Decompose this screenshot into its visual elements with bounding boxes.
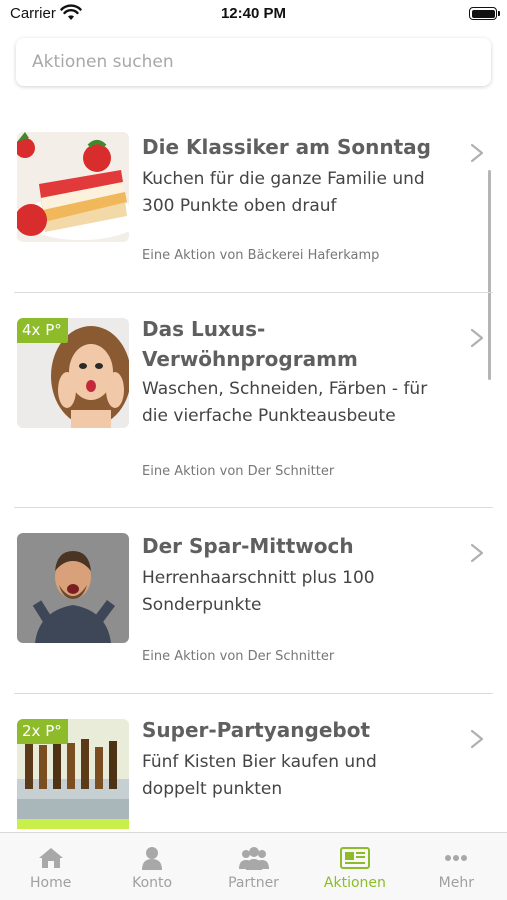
chevron-right-icon (470, 543, 484, 563)
chevron-right-icon (470, 143, 484, 163)
item-desc-line1: Herrenhaarschnitt plus 100 (142, 568, 375, 588)
tab-partner[interactable]: Partner (203, 833, 304, 900)
item-vendor: Eine Aktion von Bäckerei Haferkamp (142, 248, 380, 263)
clock: 12:40 PM (220, 5, 287, 22)
item-title: Super-Partyangebot (142, 718, 370, 742)
list-item[interactable]: Die Klassiker am Sonntag Kuchen für die … (0, 110, 507, 294)
divider (14, 693, 493, 694)
tab-home[interactable]: Home (0, 833, 101, 900)
more-dots-icon (445, 855, 468, 861)
tab-konto[interactable]: Konto (101, 833, 202, 900)
item-desc-line1: Fünf Kisten Bier kaufen und (142, 752, 377, 772)
list-item[interactable]: 4x P° Das Luxus- Verwöhnprogramm Waschen… (0, 294, 507, 509)
item-desc-line1: Kuchen für die ganze Familie und (142, 169, 425, 189)
tab-label: Mehr (438, 875, 474, 891)
aktionen-list: Die Klassiker am Sonntag Kuchen für die … (0, 110, 507, 832)
tab-bar: Home Konto Partner Aktionen Mehr (0, 832, 507, 900)
status-bar: Carrier 12:40 PM (0, 0, 507, 30)
item-desc-line2: doppelt punkten (142, 779, 283, 799)
item-image-beer: 2x P° (17, 719, 129, 832)
list-item[interactable]: 2x P° Super-Partyangebot Fünf Kisten Bie… (0, 695, 507, 832)
item-image-woman: 4x P° (17, 318, 129, 428)
item-desc-line1: Waschen, Schneiden, Färben - für (142, 379, 428, 399)
divider (14, 292, 493, 293)
points-multiplier-badge: 4x P° (17, 318, 68, 343)
item-image-cake (17, 132, 129, 242)
search-box (16, 38, 491, 86)
person-icon (142, 847, 163, 870)
search-input[interactable] (16, 38, 491, 86)
tab-label: Konto (132, 875, 173, 891)
item-title-line2: Verwöhnprogramm (142, 347, 358, 371)
group-icon (238, 847, 269, 870)
tab-label: Partner (228, 875, 279, 891)
battery-icon (469, 7, 500, 20)
item-vendor: Eine Aktion von Der Schnitter (142, 649, 335, 664)
points-multiplier-badge: 2x P° (17, 719, 68, 744)
divider (14, 507, 493, 508)
tab-label: Home (30, 875, 72, 891)
item-desc-line2: Sonderpunkte (142, 595, 262, 615)
item-desc-line2: 300 Punkte oben drauf (142, 196, 337, 216)
tab-mehr[interactable]: Mehr (406, 833, 507, 900)
item-desc-line2: die vierfache Punkteausbeute (142, 406, 396, 426)
item-image-man (17, 533, 129, 643)
man-image (17, 533, 129, 643)
home-icon (38, 848, 63, 868)
item-vendor: Eine Aktion von Der Schnitter (142, 464, 335, 479)
tab-label: Aktionen (323, 875, 386, 891)
item-title: Der Spar-Mittwoch (142, 534, 354, 558)
list-item[interactable]: Der Spar-Mittwoch Herrenhaarschnitt plus… (0, 509, 507, 695)
tab-aktionen[interactable]: Aktionen (304, 833, 405, 900)
chevron-right-icon (470, 729, 484, 749)
chevron-right-icon (470, 328, 484, 348)
newspaper-icon (339, 847, 370, 869)
item-title: Die Klassiker am Sonntag (142, 135, 431, 159)
item-title-line1: Das Luxus- (142, 317, 266, 341)
cake-image (17, 132, 129, 242)
